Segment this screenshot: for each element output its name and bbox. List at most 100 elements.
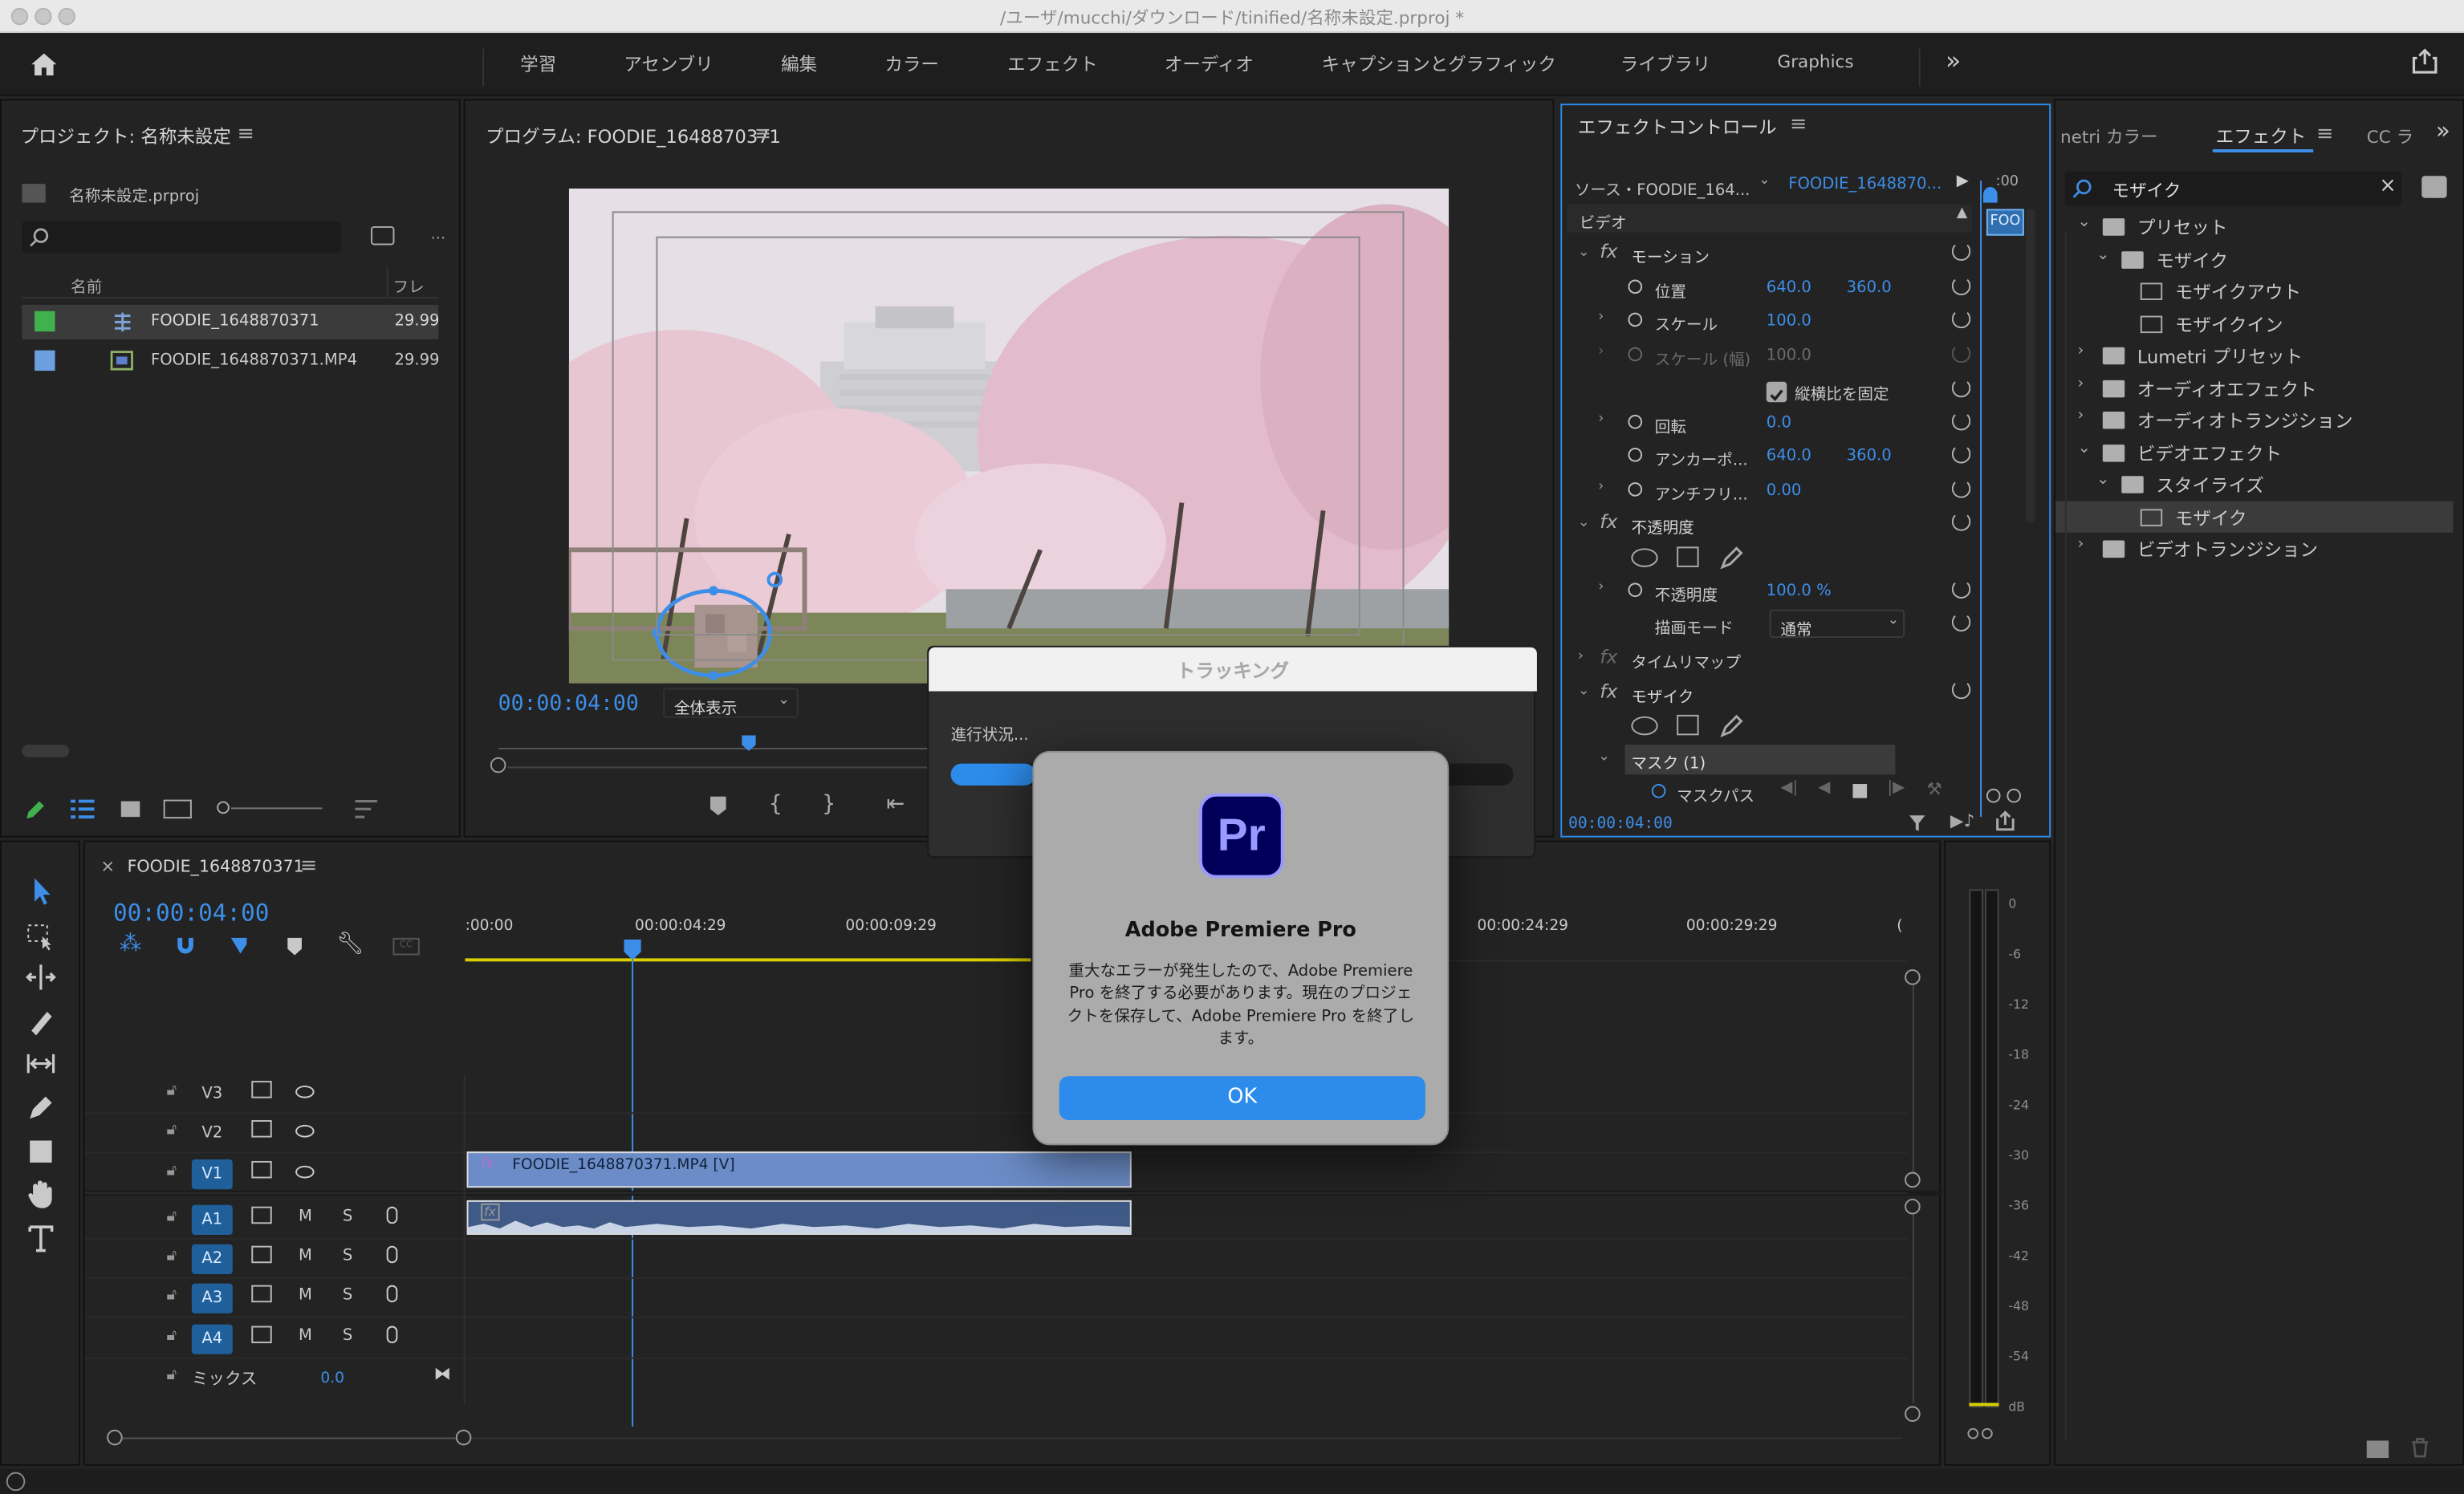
zoom-level-select[interactable]: 全体表示 ⌄ [663,688,799,718]
clear-search-icon[interactable]: × [2379,174,2396,197]
ws-tab-effects[interactable]: エフェクト [1007,52,1098,77]
zoom-slider-handle[interactable] [217,801,230,814]
chevron-down-icon[interactable]: ⌄ [1759,173,1771,189]
anchor-y-value[interactable]: 360.0 [1847,448,1892,465]
solo-left-icon[interactable] [1967,1427,1979,1439]
effects-tree-item[interactable]: › ビデオトランジション [2055,533,2453,564]
chevron-down-icon[interactable]: ⌄ [2096,471,2109,489]
lock-icon[interactable]: 🔓︎ [167,1122,177,1139]
status-icon[interactable] [6,1472,26,1492]
ws-tab-graphics[interactable]: Graphics [1777,52,1853,72]
wrench-icon[interactable]: ⚒ [1927,779,1942,799]
chevron-down-icon[interactable]: ⌄ [1578,515,1590,531]
position-y-value[interactable]: 360.0 [1847,280,1892,298]
sync-lock-icon[interactable] [251,1245,272,1264]
horizontal-scrollbar[interactable] [22,745,70,757]
ws-tab-learn[interactable]: 学習 [520,52,556,77]
new-bin-icon[interactable] [2366,1440,2389,1459]
razor-tool-icon[interactable] [23,1004,58,1038]
project-item-sequence[interactable]: FOODIE_1648870371 29.99 [22,304,440,339]
mute-button[interactable]: M [299,1328,312,1346]
reset-icon[interactable] [1951,680,1971,700]
rectangle-mask-icon[interactable] [1677,546,1699,567]
panel-menu-icon[interactable]: ≡ [2316,123,2333,146]
go-to-in-icon[interactable]: ⇤ [886,792,905,817]
more-workspaces-icon[interactable]: » [1946,46,1961,75]
microphone-icon[interactable] [386,1206,398,1224]
sort-icon[interactable] [354,798,379,820]
sync-lock-icon[interactable] [251,1206,272,1224]
eye-icon[interactable] [295,1085,315,1098]
chevron-right-icon[interactable]: › [1598,580,1604,596]
chevron-right-icon[interactable]: › [2077,343,2084,360]
track-target-button[interactable]: A3 [191,1283,233,1313]
freeform-view-icon[interactable] [163,799,192,819]
tab-effects[interactable]: エフェクト [2216,124,2307,149]
ec-footer-timecode[interactable]: 00:00:04:00 [1568,815,1673,833]
effects-tree-item[interactable]: ⌄ スタイライズ [2055,468,2453,499]
zoom-handle-right[interactable] [2007,788,2021,803]
effects-tree-item[interactable]: › オーディオトランジション [2055,404,2453,435]
ws-tab-color[interactable]: カラー [884,52,939,77]
track-target-button[interactable]: A4 [191,1324,233,1354]
microphone-icon[interactable] [386,1285,398,1303]
effects-tree-item[interactable]: › Lumetri プリセット [2055,339,2453,371]
microphone-icon[interactable] [386,1326,398,1344]
eye-icon[interactable] [295,1124,315,1138]
filter-icon[interactable] [1908,814,1926,832]
mask-row[interactable]: マスク (1) [1624,745,1896,775]
sync-lock-icon[interactable] [251,1160,272,1179]
lock-icon[interactable]: 🔓︎ [167,1328,177,1346]
stopwatch-icon[interactable] [1628,279,1643,294]
rectangle-tool-icon[interactable] [23,1135,58,1169]
ellipse-mask-icon[interactable] [1631,716,1658,736]
ws-tab-captions[interactable]: キャプションとグラフィック [1322,52,1556,77]
tab-cc-libraries[interactable]: CC ラ [2367,124,2413,149]
chevron-right-icon[interactable]: › [1598,412,1604,428]
share-icon[interactable] [2411,47,2439,75]
scale-value[interactable]: 100.0 [1767,313,1811,331]
chevron-right-icon[interactable]: › [2077,375,2084,392]
ec-playhead[interactable] [1980,181,1982,818]
ok-button[interactable]: OK [1059,1076,1425,1121]
effects-tree-item[interactable]: ⌄ ビデオエフェクト [2055,436,2453,467]
reset-icon[interactable] [1951,309,1971,329]
ws-tab-audio[interactable]: オーディオ [1165,52,1254,77]
ec-clip-chip[interactable]: FOO [1986,209,2024,236]
track-target-button[interactable]: V2 [192,1118,233,1148]
reset-icon[interactable] [1951,411,1971,431]
chevron-down-icon[interactable]: ⌄ [1578,245,1590,261]
more-icon[interactable]: ... [430,226,445,244]
ws-tab-edit[interactable]: 編集 [781,52,817,77]
lock-icon[interactable]: 🔓︎ [167,1082,177,1100]
microphone-icon[interactable] [386,1245,398,1264]
chevron-down-icon[interactable]: ⌄ [2077,213,2090,231]
fx-icon[interactable]: fx [1600,241,1617,262]
clip-label[interactable]: FOODIE_1648870... [1788,176,1942,193]
panel-menu-icon[interactable]: ≡ [754,123,771,146]
zoom-handle-left[interactable] [1986,788,2001,803]
chevron-down-icon[interactable]: ⌄ [2077,439,2090,457]
reset-icon[interactable] [1951,612,1971,632]
home-icon[interactable] [28,49,59,80]
rotation-value[interactable]: 0.0 [1767,415,1791,432]
export-icon[interactable] [1994,810,2016,831]
antiflicker-value[interactable]: 0.00 [1767,482,1802,500]
zoom-slider[interactable] [230,807,323,810]
eye-icon[interactable] [295,1165,315,1179]
reset-icon[interactable] [1951,479,1971,498]
mark-out-icon[interactable]: } [822,792,836,817]
stopwatch-icon[interactable] [1651,784,1666,798]
stopwatch-icon[interactable] [1628,414,1643,429]
ec-scrollbar[interactable] [2025,209,2035,524]
video-frame[interactable] [568,188,1450,684]
track-target-button[interactable]: A1 [191,1204,233,1235]
pencil-icon[interactable] [22,798,47,823]
lock-icon[interactable]: 🔓︎ [167,1366,177,1384]
stopwatch-icon[interactable] [1628,583,1643,598]
slip-tool-icon[interactable] [23,1046,58,1081]
lock-icon[interactable]: 🔓︎ [167,1287,177,1305]
chevron-right-icon[interactable]: › [1598,310,1604,326]
trash-icon[interactable] [2411,1438,2429,1458]
reset-icon[interactable] [1951,242,1971,262]
